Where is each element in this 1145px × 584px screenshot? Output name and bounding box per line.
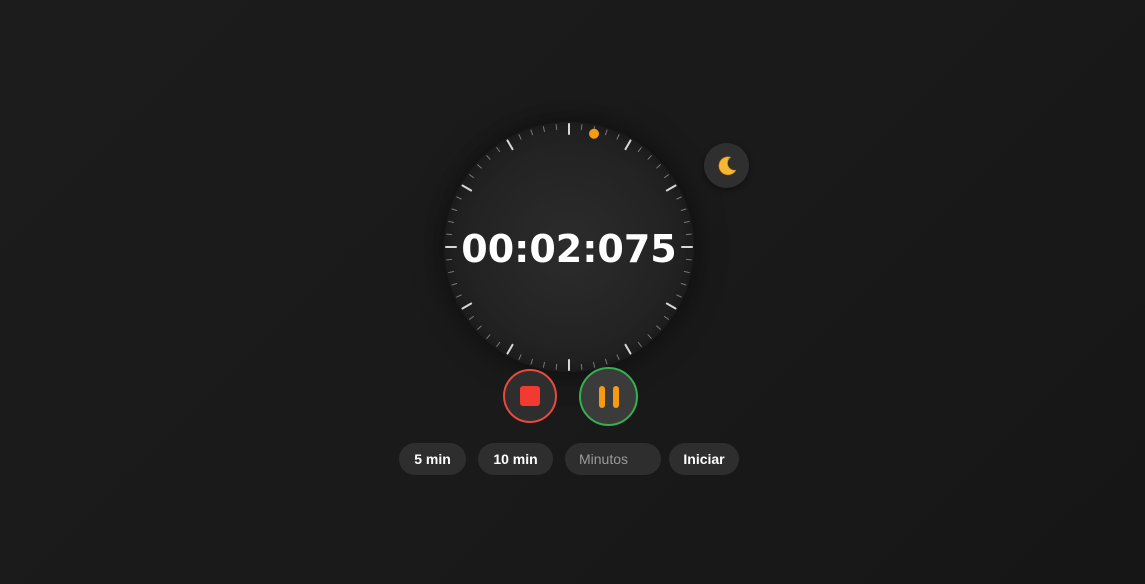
preset-5-min-button[interactable]: 5 min xyxy=(399,443,466,475)
dial-minor-tick xyxy=(456,294,462,298)
dial-minor-tick xyxy=(593,361,596,368)
dial-major-tick xyxy=(665,184,677,192)
timer-dial: 00:02:075 xyxy=(444,122,694,372)
dial-major-tick xyxy=(506,343,514,355)
dial-minor-tick xyxy=(676,196,682,200)
dial-minor-tick xyxy=(451,282,458,286)
pause-icon xyxy=(598,385,619,408)
dial-major-tick xyxy=(624,139,632,151)
time-display: 00:02:075 xyxy=(461,227,677,271)
dial-minor-tick xyxy=(663,315,670,320)
dial-minor-tick xyxy=(656,325,661,330)
dial-minor-tick xyxy=(518,354,522,360)
dial-major-tick xyxy=(461,302,473,310)
dial-minor-tick xyxy=(555,124,558,131)
dial-minor-tick xyxy=(468,315,475,320)
pause-button[interactable] xyxy=(579,367,638,426)
dial-minor-tick xyxy=(542,126,545,133)
dial-minor-tick xyxy=(451,208,458,212)
dial-minor-tick xyxy=(616,354,620,360)
dial-minor-tick xyxy=(680,208,687,212)
dial-minor-tick xyxy=(496,341,501,348)
dial-minor-tick xyxy=(477,325,482,330)
dial-minor-tick xyxy=(680,282,687,286)
dial-minor-tick xyxy=(604,129,608,136)
preset-10-min-button[interactable]: 10 min xyxy=(478,443,553,475)
dial-minor-tick xyxy=(456,196,462,200)
moon-icon xyxy=(718,156,736,175)
dial-minor-tick xyxy=(448,220,455,223)
dial-minor-tick xyxy=(647,155,652,160)
dial-minor-tick xyxy=(468,174,475,179)
pause-bar-left xyxy=(598,385,605,408)
dial-minor-tick xyxy=(496,146,501,153)
minutes-input[interactable] xyxy=(565,443,661,475)
dial-minor-tick xyxy=(518,134,522,140)
dial-minor-tick xyxy=(637,341,642,348)
dial-minor-tick xyxy=(542,361,545,368)
dial-minor-tick xyxy=(637,146,642,153)
dial-minor-tick xyxy=(486,334,491,339)
start-button[interactable]: Iniciar xyxy=(669,443,739,475)
dial-major-tick xyxy=(461,184,473,192)
dial-minor-tick xyxy=(477,164,482,169)
dial-major-tick xyxy=(665,302,677,310)
progress-indicator-dot xyxy=(589,128,600,139)
dial-minor-tick xyxy=(676,294,682,298)
dial-minor-tick xyxy=(555,363,558,370)
dial-minor-tick xyxy=(663,174,670,179)
dial-major-tick xyxy=(624,343,632,355)
theme-toggle-button[interactable] xyxy=(704,143,749,188)
dial-minor-tick xyxy=(656,164,661,169)
dial-minor-tick xyxy=(683,220,690,223)
dial-major-tick xyxy=(506,139,514,151)
dial-minor-tick xyxy=(616,134,620,140)
dial-minor-tick xyxy=(530,129,534,136)
dial-minor-tick xyxy=(580,124,583,131)
dial-minor-tick xyxy=(647,334,652,339)
dial-minor-tick xyxy=(580,363,583,370)
stop-icon xyxy=(520,386,540,406)
timer-app: 00:02:075 5 min 10 min Iniciar xyxy=(0,0,1145,584)
stop-button[interactable] xyxy=(503,369,557,423)
dial-minor-tick xyxy=(486,155,491,160)
dial-minor-tick xyxy=(530,358,534,365)
pause-bar-right xyxy=(612,385,619,408)
dial-minor-tick xyxy=(604,358,608,365)
